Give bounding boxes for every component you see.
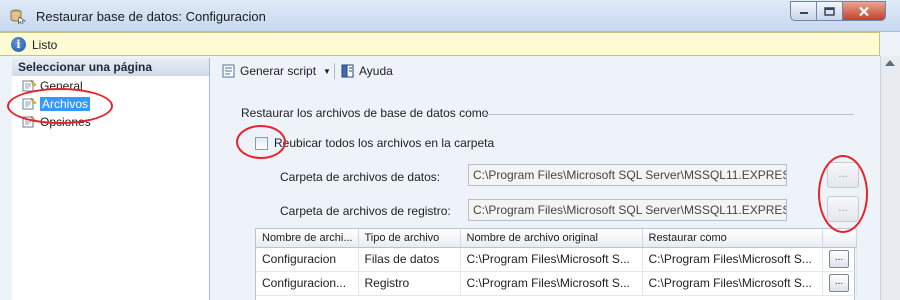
column-header[interactable]: Nombre de archi... [256, 229, 359, 248]
close-button[interactable] [842, 1, 886, 21]
main-content: Generar script ▼ Ayuda Restaurar los arc… [217, 58, 880, 300]
log-folder-label: Carpeta de archivos de registro: [280, 204, 451, 218]
table-cell[interactable]: C:\Program Files\Microsoft S... [642, 271, 823, 296]
column-header[interactable]: Tipo de archivo [358, 229, 461, 248]
table-cell[interactable]: Registro [358, 271, 461, 296]
generate-script-button[interactable]: Generar script ▼ [221, 63, 331, 79]
row-browse-button[interactable]: ... [829, 274, 849, 292]
title-bar[interactable]: Restaurar base de datos: Configuracion [0, 0, 900, 32]
table-cell[interactable]: C:\Program Files\Microsoft S... [460, 271, 643, 296]
column-header[interactable]: Restaurar como [642, 229, 823, 248]
script-icon [222, 64, 235, 78]
toolbar-separator [334, 63, 335, 79]
vertical-scrollbar[interactable] [880, 56, 900, 300]
table-row[interactable]: Configuracion Filas de datos C:\Program … [256, 247, 857, 272]
minimize-icon [799, 12, 808, 14]
dropdown-arrow-icon[interactable]: ▼ [323, 67, 331, 76]
scroll-up-arrow-icon[interactable] [885, 60, 895, 66]
files-grid: Nombre de archi... Tipo de archivo Nombr… [255, 228, 857, 300]
page-selector-header: Seleccionar una página [12, 58, 209, 76]
maximize-icon [824, 6, 835, 16]
table-cell[interactable]: C:\Program Files\Microsoft S... [460, 247, 643, 272]
close-icon [859, 6, 869, 16]
table-cell: ... [822, 271, 857, 296]
table-cell[interactable]: C:\Program Files\Microsoft S... [642, 247, 823, 272]
help-label: Ayuda [359, 64, 393, 78]
database-restore-icon [10, 9, 26, 24]
section-divider [484, 114, 854, 115]
column-header[interactable]: Nombre de archivo original [460, 229, 643, 248]
annotation-circle-browse [818, 155, 868, 233]
data-folder-label: Carpeta de archivos de datos: [280, 170, 441, 184]
annotation-circle-archivos [7, 88, 113, 124]
relocate-label[interactable]: Reubicar todos los archivos en la carpet… [274, 136, 494, 150]
info-icon: i [11, 37, 26, 52]
table-cell[interactable]: Configuracion [256, 247, 359, 272]
table-cell: ... [822, 247, 857, 272]
minimize-button[interactable] [790, 1, 816, 21]
table-row[interactable]: Configuracion... Registro C:\Program Fil… [256, 271, 857, 296]
restore-database-window: Restaurar base de datos: Configuracion i… [0, 0, 900, 300]
data-folder-field[interactable]: C:\Program Files\Microsoft SQL Server\MS… [468, 164, 787, 186]
grid-header-row: Nombre de archi... Tipo de archivo Nombr… [256, 229, 857, 248]
row-browse-button[interactable]: ... [829, 250, 849, 268]
table-cell[interactable]: Configuracion... [256, 271, 359, 296]
help-book-icon [341, 64, 354, 78]
toolbar: Generar script ▼ Ayuda [217, 58, 880, 84]
annotation-circle-checkbox [236, 125, 286, 159]
generate-script-label: Generar script [240, 64, 317, 78]
maximize-button[interactable] [816, 1, 842, 21]
window-title: Restaurar base de datos: Configuracion [36, 9, 266, 24]
help-button[interactable]: Ayuda [340, 63, 393, 79]
table-cell[interactable]: Filas de datos [358, 247, 461, 272]
status-text: Listo [32, 38, 58, 52]
log-folder-field[interactable]: C:\Program Files\Microsoft SQL Server\MS… [468, 199, 787, 221]
section-title: Restaurar los archivos de base de datos … [241, 106, 489, 120]
status-bar: i Listo [0, 32, 880, 56]
